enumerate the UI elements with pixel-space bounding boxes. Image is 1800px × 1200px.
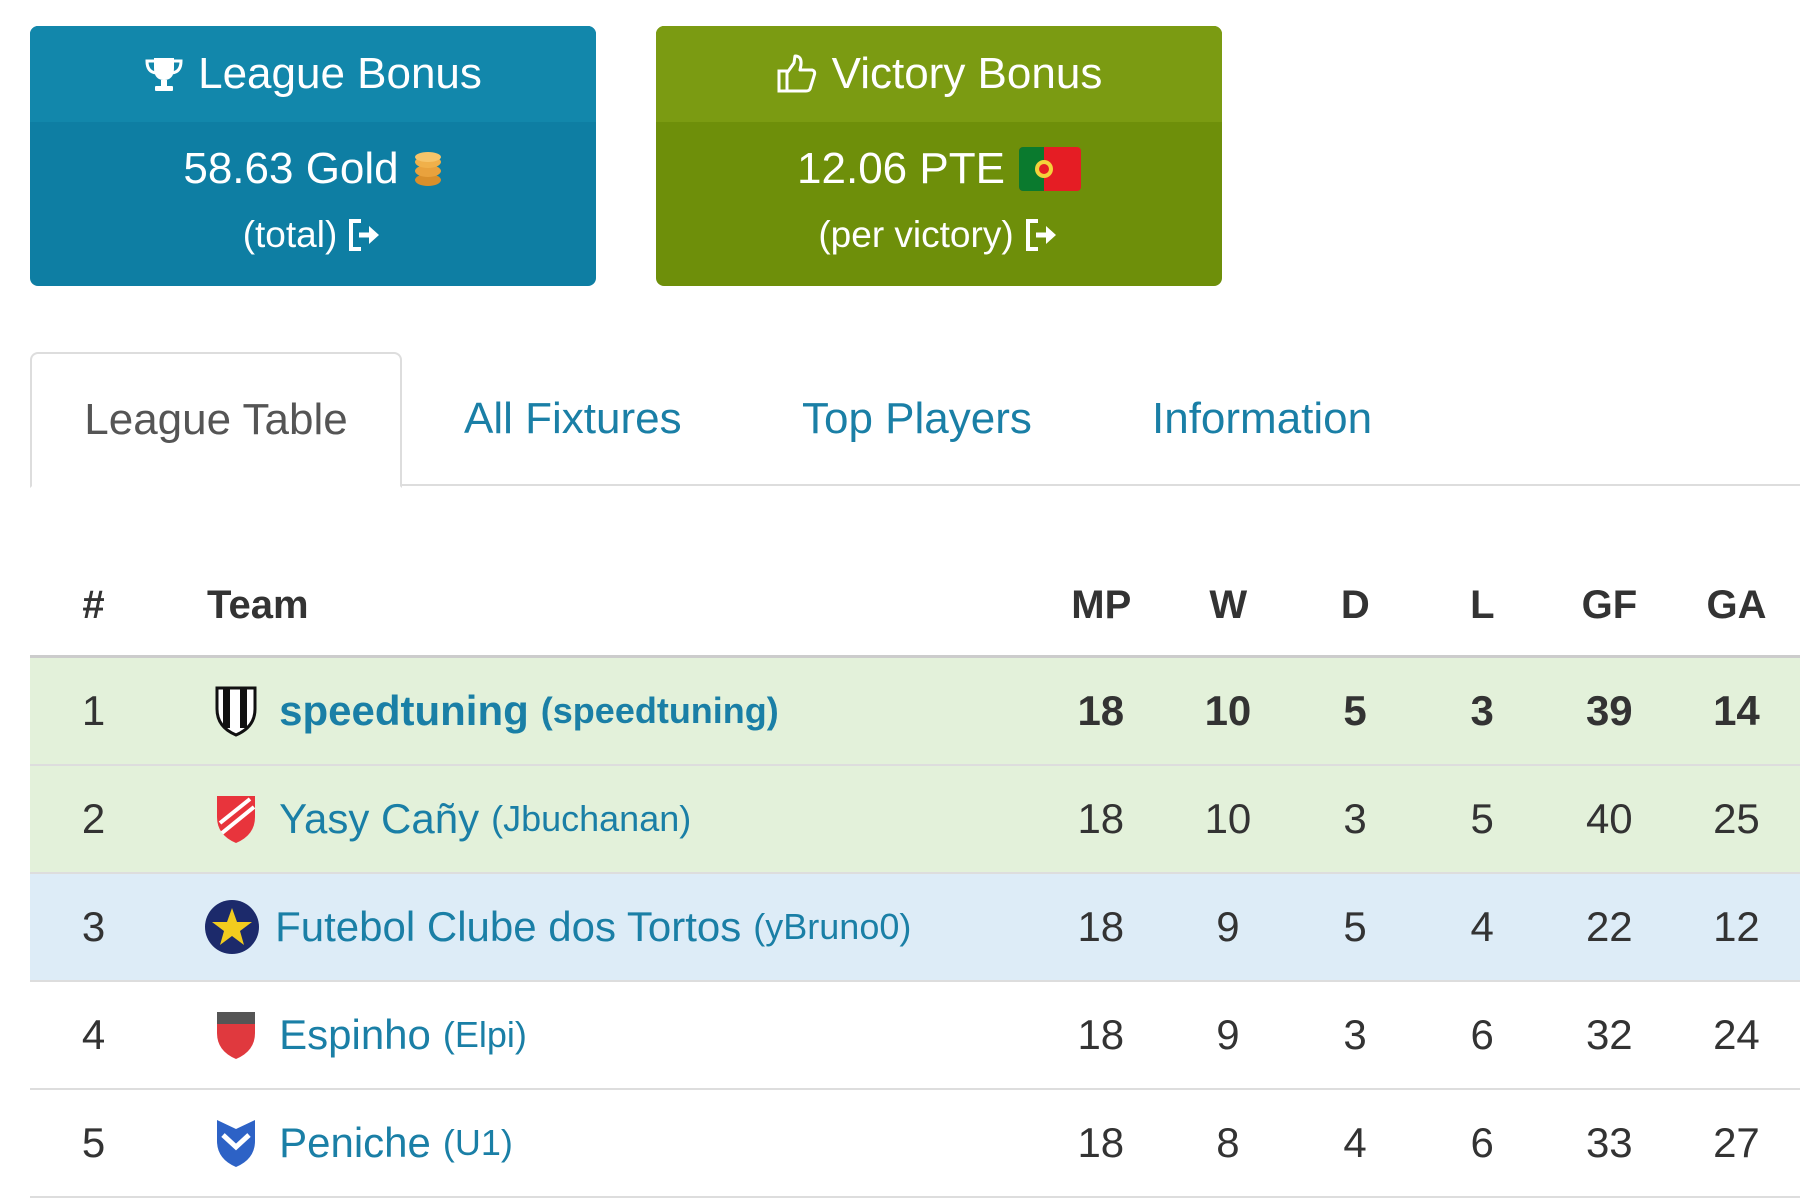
row-l: 3: [1470, 687, 1494, 734]
portugal-flag-icon: [1018, 147, 1081, 191]
team-name-link[interactable]: Peniche: [279, 1119, 431, 1167]
victory-bonus-value: 12.06 PTE: [797, 144, 1005, 193]
row-d: 3: [1343, 1011, 1367, 1058]
header-ga: GA: [1706, 583, 1767, 627]
external-link-icon[interactable]: [347, 218, 383, 252]
team-owner-link[interactable]: (U1): [443, 1122, 513, 1164]
row-team: speedtuning (speedtuning): [157, 680, 1037, 742]
header-gf: GF: [1581, 583, 1638, 627]
row-mp: 18: [1077, 903, 1125, 950]
row-gf: 22: [1585, 903, 1633, 950]
trophy-icon: [144, 54, 184, 94]
row-l: 5: [1470, 795, 1494, 842]
victory-bonus-panel: Victory Bonus 12.06 PTE (per victory): [656, 26, 1222, 286]
thumbs-up-icon: [776, 53, 818, 95]
row-d: 4: [1343, 1119, 1367, 1166]
row-team: Espinho (Elpi): [157, 1004, 1037, 1066]
row-w: 10: [1204, 795, 1252, 842]
league-table: # Team MP W D L GF GA 1 speedtuning (spe…: [30, 556, 1800, 1198]
table-row: 5 Peniche (U1) 18 8 4 6 33 27: [30, 1090, 1800, 1198]
table-row: 3 Futebol Clube dos Tortos (yBruno0) 18 …: [30, 874, 1800, 982]
row-d: 3: [1343, 795, 1367, 842]
tab-label: Top Players: [802, 394, 1032, 443]
header-l: L: [1470, 583, 1495, 627]
league-bonus-title: League Bonus: [198, 49, 482, 98]
team-crest-icon: [203, 896, 261, 958]
row-w: 9: [1216, 1011, 1240, 1058]
league-bonus-value: 58.63 Gold: [183, 144, 399, 193]
header-team: Team: [207, 583, 309, 627]
league-bonus-panel: League Bonus 58.63 Gold (total): [30, 26, 596, 286]
row-position: 1: [81, 687, 106, 734]
victory-bonus-note: (per victory): [818, 214, 1014, 255]
row-w: 8: [1216, 1119, 1240, 1166]
team-crest-icon: [207, 1004, 265, 1066]
row-l: 4: [1470, 903, 1494, 950]
row-w: 9: [1216, 903, 1240, 950]
header-w: W: [1209, 583, 1248, 627]
row-gf: 32: [1585, 1011, 1633, 1058]
row-team: Peniche (U1): [157, 1112, 1037, 1174]
table-row: 1 speedtuning (speedtuning) 18 10 5 3 39…: [30, 658, 1800, 766]
row-l: 6: [1470, 1119, 1494, 1166]
row-mp: 18: [1077, 1011, 1125, 1058]
row-ga: 25: [1713, 795, 1760, 842]
tab-league-table[interactable]: League Table: [30, 352, 402, 488]
row-gf: 39: [1585, 687, 1633, 734]
row-position: 5: [81, 1119, 106, 1166]
table-row: 4 Espinho (Elpi) 18 9 3 6 32 24: [30, 982, 1800, 1090]
row-d: 5: [1343, 687, 1367, 734]
header-mp: MP: [1071, 583, 1132, 627]
tab-all-fixtures[interactable]: All Fixtures: [464, 352, 682, 486]
team-crest-icon: [207, 1112, 265, 1174]
row-mp: 18: [1077, 1119, 1125, 1166]
row-ga: 27: [1713, 1119, 1760, 1166]
row-mp: 18: [1077, 795, 1125, 842]
row-ga: 12: [1713, 903, 1760, 950]
tab-label: All Fixtures: [464, 394, 682, 443]
header-position: #: [82, 583, 105, 627]
tab-top-players[interactable]: Top Players: [802, 352, 1032, 486]
table-header-row: # Team MP W D L GF GA: [30, 556, 1800, 658]
victory-bonus-header: Victory Bonus: [656, 26, 1222, 122]
team-owner-link[interactable]: (Elpi): [443, 1014, 527, 1056]
row-ga: 14: [1713, 687, 1760, 734]
external-link-icon[interactable]: [1024, 218, 1060, 252]
tab-label: League Table: [84, 395, 348, 444]
row-position: 2: [81, 795, 106, 842]
row-l: 6: [1470, 1011, 1494, 1058]
team-owner-link[interactable]: (Jbuchanan): [491, 798, 691, 840]
tab-information[interactable]: Information: [1152, 352, 1372, 486]
row-ga: 24: [1713, 1011, 1760, 1058]
row-team: Futebol Clube dos Tortos (yBruno0): [157, 896, 1037, 958]
team-crest-icon: [207, 680, 265, 742]
row-team: Yasy Cañy (Jbuchanan): [157, 788, 1037, 850]
gold-coins-icon: [413, 149, 443, 189]
header-d: D: [1340, 583, 1370, 627]
team-owner-link[interactable]: (yBruno0): [753, 906, 911, 948]
team-name-link[interactable]: Futebol Clube dos Tortos: [275, 903, 741, 951]
row-gf: 33: [1585, 1119, 1633, 1166]
league-bonus-header: League Bonus: [30, 26, 596, 122]
team-owner-link[interactable]: (speedtuning): [541, 690, 779, 732]
row-w: 10: [1204, 687, 1252, 734]
team-name-link[interactable]: Yasy Cañy: [279, 795, 479, 843]
row-mp: 18: [1077, 687, 1125, 734]
team-name-link[interactable]: Espinho: [279, 1011, 431, 1059]
team-name-link[interactable]: speedtuning: [279, 687, 529, 735]
team-crest-icon: [207, 788, 265, 850]
victory-bonus-title: Victory Bonus: [831, 49, 1103, 98]
league-bonus-note: (total): [242, 214, 338, 255]
table-row: 2 Yasy Cañy (Jbuchanan) 18 10 3 5 40 25: [30, 766, 1800, 874]
tab-label: Information: [1152, 394, 1373, 443]
row-position: 3: [81, 903, 106, 950]
league-tabs: League Table All Fixtures Top Players In…: [30, 352, 1800, 488]
row-gf: 40: [1585, 795, 1633, 842]
row-position: 4: [81, 1011, 106, 1058]
row-d: 5: [1343, 903, 1367, 950]
